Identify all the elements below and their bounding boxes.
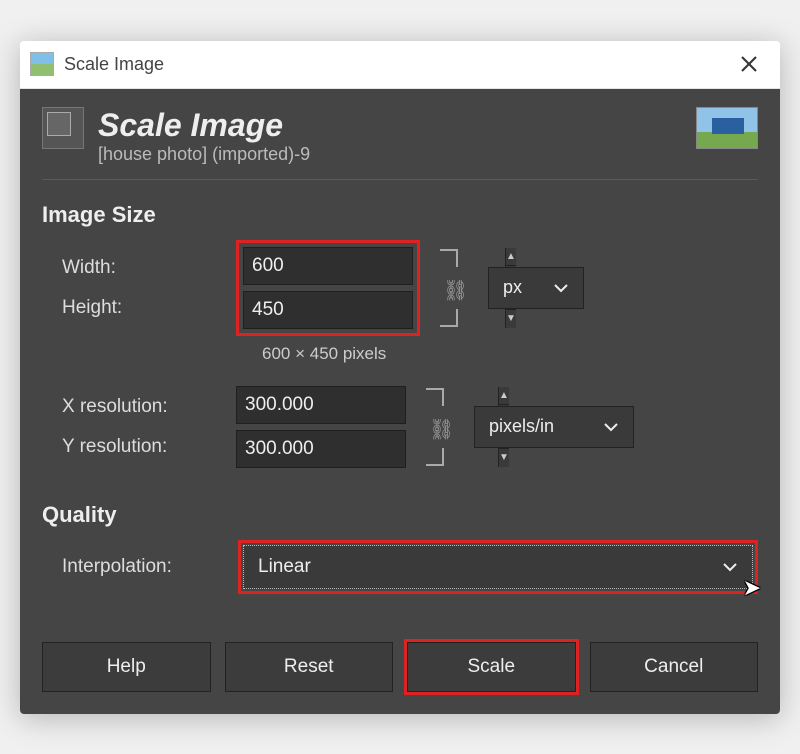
chevron-down-icon bbox=[603, 416, 619, 437]
dialog-subtitle: [house photo] (imported)-9 bbox=[98, 144, 682, 165]
height-down-icon[interactable]: ▼ bbox=[506, 310, 516, 328]
image-size-form: Width: Height: ▲ ▼ ▲ bbox=[42, 240, 758, 484]
size-inputs-highlighted: ▲ ▼ ▲ ▼ bbox=[236, 240, 420, 336]
dialog-body: Scale Image [house photo] (imported)-9 I… bbox=[20, 89, 780, 714]
height-label: Height: bbox=[62, 297, 222, 319]
chain-link-icon: ⛓ bbox=[443, 278, 468, 303]
close-icon bbox=[740, 55, 758, 73]
resolution-unit-dropdown[interactable]: pixels/in bbox=[474, 406, 634, 448]
chevron-down-icon bbox=[553, 277, 569, 298]
resolution-link-column: ⛓ bbox=[420, 388, 460, 466]
width-up-icon[interactable]: ▲ bbox=[506, 248, 516, 267]
pixel-dimensions-note: 600 × 450 pixels bbox=[262, 344, 758, 364]
interpolation-dropdown[interactable]: Linear bbox=[243, 545, 753, 589]
height-spinbox[interactable]: ▲ ▼ bbox=[243, 291, 413, 329]
x-resolution-label: X resolution: bbox=[62, 396, 222, 418]
size-block: Width: Height: ▲ ▼ ▲ bbox=[62, 240, 758, 336]
button-row: Help Reset Scale Cancel bbox=[42, 642, 758, 692]
app-icon bbox=[30, 52, 54, 76]
window-title: Scale Image bbox=[64, 54, 728, 75]
dialog-header: Scale Image [house photo] (imported)-9 bbox=[42, 107, 758, 180]
scale-image-dialog: Scale Image Scale Image [house photo] (i… bbox=[20, 41, 780, 714]
quality-form: Interpolation: Linear ➤ bbox=[42, 540, 758, 610]
interpolation-row: Interpolation: Linear ➤ bbox=[62, 540, 758, 594]
cancel-button[interactable]: Cancel bbox=[590, 642, 759, 692]
dialog-title: Scale Image bbox=[98, 107, 682, 144]
resolution-labels: X resolution: Y resolution: bbox=[62, 396, 222, 458]
interpolation-highlighted: Linear ➤ bbox=[238, 540, 758, 594]
resolution-inputs: ▲ ▼ ▲ ▼ bbox=[236, 386, 406, 468]
size-chain-link[interactable]: ⛓ bbox=[440, 249, 468, 327]
quality-title: Quality bbox=[42, 502, 758, 528]
xres-up-icon[interactable]: ▲ bbox=[499, 387, 509, 406]
close-button[interactable] bbox=[728, 43, 770, 85]
chain-link-icon: ⛓ bbox=[429, 417, 454, 442]
y-resolution-label: Y resolution: bbox=[62, 436, 222, 458]
chevron-down-icon bbox=[722, 556, 738, 578]
titlebar: Scale Image bbox=[20, 41, 780, 89]
width-spinbox[interactable]: ▲ ▼ bbox=[243, 247, 413, 285]
image-size-title: Image Size bbox=[42, 202, 758, 228]
interpolation-label: Interpolation: bbox=[62, 556, 222, 578]
reset-button[interactable]: Reset bbox=[225, 642, 394, 692]
scale-button[interactable]: Scale bbox=[407, 642, 576, 692]
interpolation-value: Linear bbox=[258, 556, 311, 578]
resolution-unit-label: pixels/in bbox=[489, 416, 554, 437]
help-button[interactable]: Help bbox=[42, 642, 211, 692]
size-unit-dropdown[interactable]: px bbox=[488, 267, 584, 309]
size-labels: Width: Height: bbox=[62, 257, 222, 319]
image-thumbnail bbox=[696, 107, 758, 149]
resolution-block: X resolution: Y resolution: ▲ ▼ bbox=[62, 386, 758, 468]
y-resolution-spinbox[interactable]: ▲ ▼ bbox=[236, 430, 406, 468]
size-link-column: ⛓ bbox=[434, 249, 474, 327]
width-label: Width: bbox=[62, 257, 222, 279]
scale-icon bbox=[42, 107, 84, 149]
header-titles: Scale Image [house photo] (imported)-9 bbox=[98, 107, 682, 165]
yres-down-icon[interactable]: ▼ bbox=[499, 449, 509, 467]
x-resolution-spinbox[interactable]: ▲ ▼ bbox=[236, 386, 406, 424]
resolution-chain-link[interactable]: ⛓ bbox=[426, 388, 454, 466]
size-unit-label: px bbox=[503, 277, 522, 298]
